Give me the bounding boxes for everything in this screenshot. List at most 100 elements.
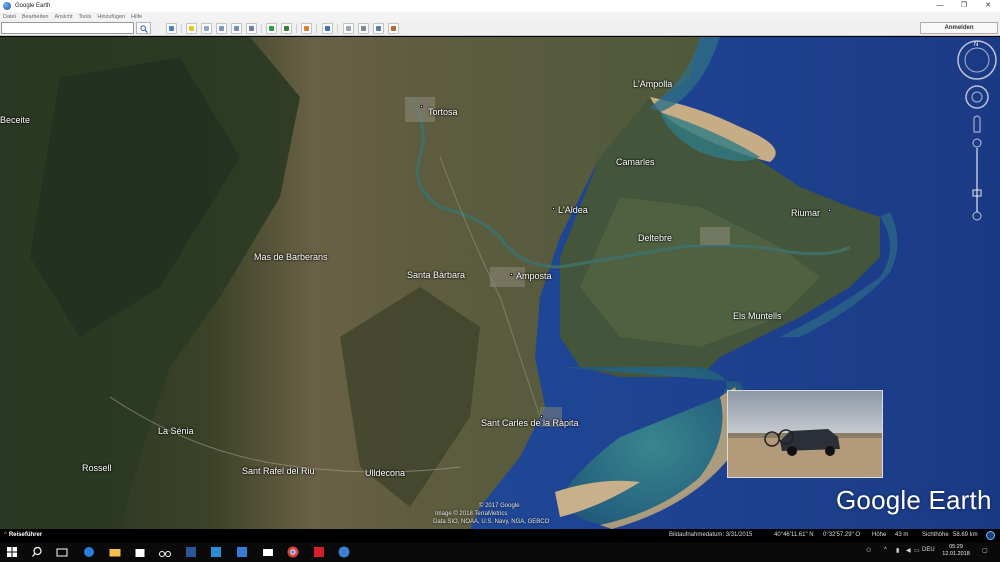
place-label-rossell[interactable]: Rossell [82,463,112,473]
windows-taskbar: ⚇ ^ ▮ ◀ ▭ DEU 05:29 12.01.2018 ▢ [0,542,1000,562]
place-label-amposta[interactable]: Amposta [516,271,552,281]
photos-icon[interactable] [235,545,249,559]
photo-overlay[interactable] [727,390,883,478]
toolbar-separator [181,24,182,33]
edge-icon[interactable] [82,545,96,559]
app-icon[interactable] [209,545,223,559]
poi-marker[interactable] [420,105,423,108]
volume-icon[interactable]: ◀ [906,547,911,554]
windows-start-icon[interactable] [5,545,19,559]
menu-add[interactable]: Hinzufügen [97,14,125,20]
toolbar-separator [316,24,317,33]
mail-icon[interactable] [261,545,275,559]
place-label-laldea[interactable]: L'Aldea [558,205,588,215]
image-overlay-icon[interactable] [231,23,242,34]
status-bar: ^ Reiseführer Bildaufnahmedatum: 3/31/201… [0,529,1000,542]
window-title: Google Earth [15,3,51,9]
menu-bar: Datei Bearbeiten Ansicht Tools Hinzufüge… [0,12,1000,21]
toolbar-separator [337,24,338,33]
longitude: 0°32'57.29" O [823,532,861,538]
place-label-mas-de-barberans[interactable]: Mas de Barberans [254,252,328,262]
place-label-sant-rafel[interactable]: Sant Rafel del Riu [242,466,315,476]
poi-marker[interactable] [540,415,543,418]
view-in-maps-icon[interactable] [388,23,399,34]
sign-in-button[interactable]: Anmelden [920,22,998,34]
search-icon [140,25,148,33]
system-clock[interactable]: 05:29 12.01.2018 [938,544,974,558]
acrobat-icon[interactable] [312,545,326,559]
search-input[interactable] [1,22,134,34]
save-image-icon[interactable] [373,23,384,34]
maximize-button[interactable]: ❐ [952,0,976,12]
network-icon[interactable]: ▮ [896,547,899,554]
elevation-label: Höhe [872,532,887,538]
credit-line: Data SIO, NOAA, U.S. Navy, NGA, GEBCO [433,519,550,525]
place-label-lampolla[interactable]: L'Ampolla [633,79,672,89]
imagery-date: Bildaufnahmedatum: 3/31/2015 [669,532,753,538]
window-controls: — ❐ ✕ [928,0,1000,12]
minimize-button[interactable]: — [928,0,952,12]
place-label-beceite[interactable]: Beceite [0,115,30,125]
placemark-icon[interactable] [186,23,197,34]
eye-altitude-value: 58.69 km [953,532,978,538]
store-icon[interactable] [133,545,147,559]
menu-edit[interactable]: Bearbeiten [22,14,49,20]
photo-car-with-bikes [728,391,882,477]
place-label-la-senia[interactable]: La Sénia [158,426,194,436]
map-view[interactable]: Beceite Tortosa L'Ampolla Camarles L'Ald… [0,37,1000,529]
google-earth-taskbar-icon[interactable] [337,545,351,559]
title-bar: Google Earth — ❐ ✕ [0,0,1000,12]
place-label-deltebre[interactable]: Deltebre [638,233,672,243]
notifications-icon[interactable]: ▢ [982,547,988,554]
eye-altitude-label: Sichthöhe [922,532,949,538]
input-language[interactable]: DEU [922,547,935,553]
chrome-icon[interactable] [286,545,300,559]
menu-view[interactable]: Ansicht [54,14,72,20]
search-icon[interactable] [30,545,44,559]
poi-marker[interactable] [828,209,831,212]
polygon-icon[interactable] [201,23,212,34]
google-earth-app-icon [3,2,11,10]
toolbar: Anmelden [0,21,1000,36]
close-button[interactable]: ✕ [976,0,1000,12]
place-label-camarles[interactable]: Camarles [616,157,655,167]
file-explorer-icon[interactable] [108,545,122,559]
ruler-icon[interactable] [322,23,333,34]
bicycle-app-icon[interactable] [158,545,172,559]
menu-help[interactable]: Hilfe [131,14,142,20]
place-label-riumar[interactable]: Riumar [791,208,820,218]
search-button[interactable] [136,22,151,34]
menu-tools[interactable]: Tools [79,14,92,20]
svg-text:N: N [974,42,978,48]
poi-marker[interactable] [552,207,555,210]
word-icon[interactable] [184,545,198,559]
record-tour-icon[interactable] [246,23,257,34]
menu-file[interactable]: Datei [3,14,16,20]
google-earth-window: Google Earth — ❐ ✕ Datei Bearbeiten Ansi… [0,0,1000,562]
battery-icon[interactable]: ▭ [914,547,920,554]
sunlight-icon[interactable] [281,23,292,34]
toolbar-separator [296,24,297,33]
navigation-controls: N [955,40,999,230]
planets-icon[interactable] [301,23,312,34]
navigation-controls-graphic: N [957,40,997,221]
clock-time: 05:29 [949,544,963,550]
print-icon[interactable] [358,23,369,34]
tour-guide-label: Reiseführer [8,532,43,538]
path-icon[interactable] [216,23,227,34]
email-icon[interactable] [343,23,354,34]
people-icon[interactable]: ⚇ [866,547,871,554]
clock-date: 12.01.2018 [942,551,970,557]
place-label-ulldecona[interactable]: Ulldecona [365,468,405,478]
sidebar-toggle-icon[interactable] [166,23,177,34]
place-label-sant-carles[interactable]: Sant Carles de la Ràpita [481,418,579,428]
place-label-els-muntells[interactable]: Els Muntells [733,311,782,321]
poi-marker[interactable] [510,273,513,276]
chevron-up-icon[interactable]: ^ [884,547,887,553]
task-view-icon[interactable] [55,545,69,559]
historical-imagery-icon[interactable] [266,23,277,34]
tour-guide-toggle[interactable]: ^ Reiseführer [4,532,42,538]
elevation-value: 43 m [895,532,909,538]
place-label-tortosa[interactable]: Tortosa [428,107,458,117]
place-label-santa-barbara[interactable]: Santa Bàrbara [407,270,465,280]
